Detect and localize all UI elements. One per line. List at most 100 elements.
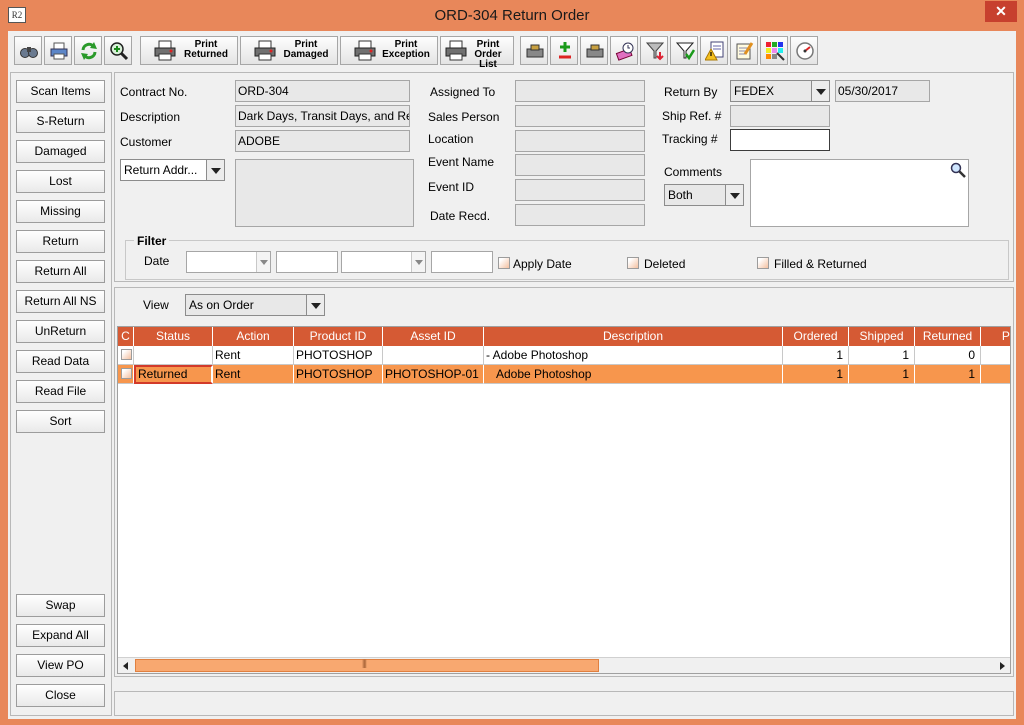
- shipped-cell[interactable]: 1: [849, 346, 915, 365]
- row-checkbox-cell[interactable]: [118, 365, 134, 384]
- scanner-alt-button[interactable]: [580, 36, 608, 65]
- return-address-select[interactable]: Return Addr...: [120, 159, 225, 181]
- scroll-left-icon[interactable]: [118, 658, 134, 673]
- po-cell[interactable]: [981, 346, 1010, 365]
- view-select[interactable]: As on Order: [185, 294, 325, 316]
- print-exception-button[interactable]: Print Exception: [340, 36, 438, 65]
- chevron-down-icon[interactable]: [206, 160, 224, 180]
- ordered-cell[interactable]: 1: [783, 346, 849, 365]
- return-all-ns-button[interactable]: Return All NS: [16, 290, 105, 313]
- filled-returned-checkbox[interactable]: [757, 257, 769, 269]
- filter-time-from[interactable]: [276, 251, 338, 273]
- missing-button[interactable]: Missing: [16, 200, 105, 223]
- row-checkbox-cell[interactable]: [118, 346, 134, 365]
- s-return-button[interactable]: S-Return: [16, 110, 105, 133]
- description-cell[interactable]: - Adobe Photoshop: [484, 346, 783, 365]
- status-cell[interactable]: [134, 346, 213, 365]
- close-button[interactable]: Close: [16, 684, 105, 707]
- returned-cell[interactable]: 0: [915, 346, 981, 365]
- row-checkbox[interactable]: [121, 349, 132, 360]
- column-header-status[interactable]: Status: [134, 327, 213, 346]
- read-file-button[interactable]: Read File: [16, 380, 105, 403]
- ordered-cell[interactable]: 1: [783, 365, 849, 384]
- warning-report-button[interactable]: [700, 36, 728, 65]
- app-window: R2 ORD-304 Return Order ✕ PrintReturned: [0, 0, 1024, 725]
- asset-id-cell[interactable]: [383, 346, 484, 365]
- column-header-returned[interactable]: Returned: [915, 327, 981, 346]
- client-area: Print Returned Print Damaged Print Exceptio…: [8, 31, 1016, 719]
- title-bar[interactable]: R2 ORD-304 Return Order ✕: [0, 0, 1024, 31]
- damaged-button[interactable]: Damaged: [16, 140, 105, 163]
- filter-check-button[interactable]: [670, 36, 698, 65]
- column-header-shipped[interactable]: Shipped: [849, 327, 915, 346]
- print-damaged-button[interactable]: Print Damaged: [240, 36, 338, 65]
- column-header-ordered[interactable]: Ordered: [783, 327, 849, 346]
- chevron-down-icon[interactable]: [725, 185, 743, 205]
- status-cell[interactable]: Returned: [134, 365, 213, 384]
- ship-ref-field[interactable]: [730, 105, 830, 127]
- chevron-down-icon[interactable]: [411, 252, 425, 272]
- tracking-input[interactable]: [730, 129, 830, 151]
- view-po-button[interactable]: View PO: [16, 654, 105, 677]
- apply-date-checkbox[interactable]: [498, 257, 510, 269]
- color-grid-button[interactable]: [760, 36, 788, 65]
- return-by-select[interactable]: FEDEX: [730, 80, 830, 102]
- product-id-cell[interactable]: PHOTOSHOP: [294, 346, 383, 365]
- column-header-po[interactable]: PO: [981, 327, 1010, 346]
- chevron-down-icon[interactable]: [256, 252, 270, 272]
- returned-cell[interactable]: 1: [915, 365, 981, 384]
- print-returned-button[interactable]: Print Returned: [140, 36, 238, 65]
- lost-button[interactable]: Lost: [16, 170, 105, 193]
- column-header-description[interactable]: Description: [484, 327, 783, 346]
- scan-items-button[interactable]: Scan Items: [16, 80, 105, 103]
- scroll-right-icon[interactable]: [994, 658, 1010, 673]
- table-row-selected[interactable]: Returned Rent PHOTOSHOP PHOTOSHOP-01 Ado…: [118, 365, 1010, 384]
- filter-time-to[interactable]: [431, 251, 493, 273]
- print-returned-label: Print Returned: [184, 39, 228, 60]
- table-row[interactable]: Rent PHOTOSHOP - Adobe Photoshop 1 1 0: [118, 346, 1010, 365]
- action-cell[interactable]: Rent: [213, 346, 294, 365]
- return-all-button[interactable]: Return All: [16, 260, 105, 283]
- search-icon[interactable]: [950, 162, 966, 178]
- filter-date-from[interactable]: [186, 251, 271, 273]
- read-data-button[interactable]: Read Data: [16, 350, 105, 373]
- print-order-list-button[interactable]: Print Order List: [440, 36, 514, 70]
- schedule-button[interactable]: [610, 36, 638, 65]
- return-date-field[interactable]: 05/30/2017: [835, 80, 930, 102]
- row-checkbox[interactable]: [121, 368, 132, 379]
- unreturn-button[interactable]: UnReturn: [16, 320, 105, 343]
- comments-filter-select[interactable]: Both: [664, 184, 744, 206]
- chevron-down-icon[interactable]: [811, 81, 829, 101]
- window-close-button[interactable]: ✕: [985, 1, 1017, 22]
- swap-button[interactable]: Swap: [16, 594, 105, 617]
- filter-date-to[interactable]: [341, 251, 426, 273]
- scanner-button[interactable]: [520, 36, 548, 65]
- sort-button[interactable]: Sort: [16, 410, 105, 433]
- column-header-c[interactable]: C: [118, 327, 134, 346]
- print-preview-button[interactable]: [44, 36, 72, 65]
- horizontal-scrollbar[interactable]: [118, 657, 1010, 673]
- action-cell[interactable]: Rent: [213, 365, 294, 384]
- column-header-product-id[interactable]: Product ID: [294, 327, 383, 346]
- return-button[interactable]: Return: [16, 230, 105, 253]
- comments-box[interactable]: [750, 159, 969, 227]
- product-id-cell[interactable]: PHOTOSHOP: [294, 365, 383, 384]
- column-header-action[interactable]: Action: [213, 327, 294, 346]
- column-header-asset-id[interactable]: Asset ID: [383, 327, 484, 346]
- description-cell[interactable]: Adobe Photoshop: [484, 365, 783, 384]
- binoculars-button[interactable]: [14, 36, 42, 65]
- scrollbar-thumb[interactable]: [135, 658, 599, 672]
- description-field[interactable]: Dark Days, Transit Days, and Re: [235, 105, 410, 127]
- asset-id-cell[interactable]: PHOTOSHOP-01: [383, 365, 484, 384]
- gauge-button[interactable]: [790, 36, 818, 65]
- deleted-checkbox[interactable]: [627, 257, 639, 269]
- expand-all-button[interactable]: Expand All: [16, 624, 105, 647]
- refresh-button[interactable]: [74, 36, 102, 65]
- add-remove-button[interactable]: [550, 36, 578, 65]
- chevron-down-icon[interactable]: [306, 295, 324, 315]
- edit-notes-button[interactable]: [730, 36, 758, 65]
- filter-down-button[interactable]: [640, 36, 668, 65]
- shipped-cell[interactable]: 1: [849, 365, 915, 384]
- zoom-button[interactable]: [104, 36, 132, 65]
- po-cell[interactable]: [981, 365, 1010, 384]
